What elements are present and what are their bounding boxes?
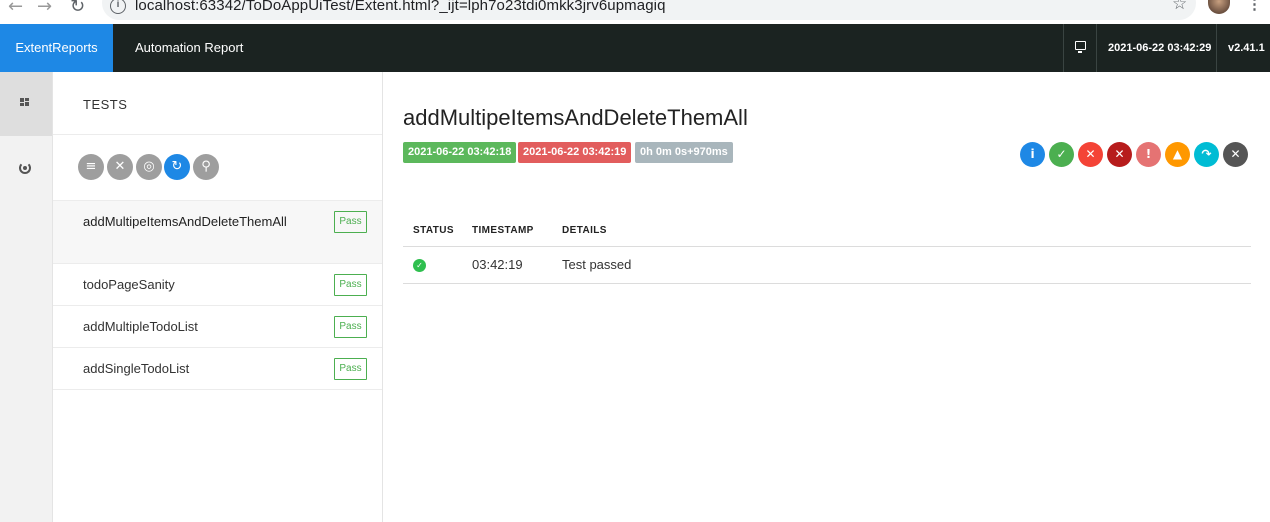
test-item[interactable]: addMultipleTodoList Pass <box>53 306 382 348</box>
status-badge: Pass <box>334 274 367 296</box>
test-item[interactable]: addSingleTodoList Pass <box>53 348 382 390</box>
table-header-row: STATUS TIMESTAMP DETAILS <box>403 215 1251 247</box>
fail-icon[interactable]: ✕ <box>1078 142 1103 167</box>
browser-toolbar: ← → ↻ i localhost:63342/ToDoAppUiTest/Ex… <box>0 0 1270 24</box>
status-badge: Pass <box>334 358 367 380</box>
navbar-divider <box>1216 24 1217 72</box>
table-row: ✓ 03:42:19 Test passed <box>403 246 1251 284</box>
navbar-divider <box>1063 24 1064 72</box>
side-nav <box>0 72 53 522</box>
unknown-icon[interactable]: ✕ <box>1223 142 1248 167</box>
test-detail-panel: addMultipeItemsAndDeleteThemAll 2021-06-… <box>383 72 1270 522</box>
dashboard-grid-icon <box>20 98 30 108</box>
duration-badge: 0h 0m 0s+970ms <box>635 142 733 163</box>
test-name: addSingleTodoList <box>83 361 190 376</box>
gauge-icon[interactable]: ◎ <box>136 154 162 180</box>
nav-dashboard-view[interactable] <box>0 136 52 200</box>
site-info-icon[interactable]: i <box>110 0 126 14</box>
star-icon[interactable]: ☆ <box>1172 0 1187 13</box>
start-time-badge: 2021-06-22 03:42:18 <box>403 142 517 163</box>
refresh-icon[interactable]: ↻ <box>164 154 190 180</box>
top-navbar: ExtentReports Automation Report 2021-06-… <box>0 24 1270 72</box>
reload-icon[interactable]: ↻ <box>70 0 85 16</box>
navbar-divider <box>1096 24 1097 72</box>
search-icon[interactable]: ⚲ <box>193 154 219 180</box>
status-badge: Pass <box>334 211 367 233</box>
arrow-left-icon[interactable]: ← <box>8 0 23 16</box>
test-name: todoPageSanity <box>83 277 175 292</box>
nav-tests-view[interactable] <box>0 72 52 136</box>
column-header-status: STATUS <box>403 215 462 247</box>
panel-divider <box>53 134 382 135</box>
dashboard-gauge-icon <box>19 162 31 174</box>
tests-panel-title: TESTS <box>83 97 128 112</box>
column-header-timestamp: TIMESTAMP <box>462 215 552 247</box>
status-cell: ✓ <box>403 246 462 284</box>
pass-check-icon: ✓ <box>413 259 426 273</box>
list-icon[interactable]: ≡ <box>78 154 104 180</box>
test-title: addMultipeItemsAndDeleteThemAll <box>403 105 748 130</box>
test-name: addMultipleTodoList <box>83 319 198 334</box>
menu-kebab-icon[interactable]: ⋮ <box>1247 0 1262 12</box>
test-log-table: STATUS TIMESTAMP DETAILS ✓ 03:42:19 Test… <box>403 215 1251 284</box>
timestamp-cell: 03:42:19 <box>462 246 552 284</box>
arrow-right-icon[interactable]: → <box>37 0 52 16</box>
fatal-icon[interactable]: ✕ <box>1107 142 1132 167</box>
end-time-badge: 2021-06-22 03:42:19 <box>518 142 632 163</box>
report-version: v2.41.1 <box>1228 42 1265 54</box>
monitor-icon <box>1075 41 1086 53</box>
close-icon[interactable]: ✕ <box>107 154 133 180</box>
tests-panel: TESTS ≡ ✕ ◎ ↻ ⚲ addMultipeItemsAndDelete… <box>53 72 383 522</box>
info-icon[interactable]: i <box>1020 142 1045 167</box>
url-text[interactable]: localhost:63342/ToDoAppUiTest/Extent.htm… <box>135 0 666 14</box>
address-bar[interactable]: i localhost:63342/ToDoAppUiTest/Extent.h… <box>102 0 1196 20</box>
test-name: addMultipeItemsAndDeleteThemAll <box>83 214 287 229</box>
details-cell: Test passed <box>552 246 1251 284</box>
warning-icon[interactable]: ▲ <box>1165 142 1190 167</box>
report-date: 2021-06-22 03:42:29 <box>1108 42 1212 54</box>
report-name: Automation Report <box>135 40 244 55</box>
test-item[interactable]: addMultipeItemsAndDeleteThemAll Pass <box>53 201 382 264</box>
skip-icon[interactable]: ↷ <box>1194 142 1219 167</box>
profile-avatar[interactable] <box>1208 0 1230 14</box>
error-icon[interactable]: ! <box>1136 142 1161 167</box>
pass-icon[interactable]: ✓ <box>1049 142 1074 167</box>
test-item[interactable]: todoPageSanity Pass <box>53 264 382 306</box>
status-badge: Pass <box>334 316 367 338</box>
brand-logo[interactable]: ExtentReports <box>0 24 113 72</box>
column-header-details: DETAILS <box>552 215 1251 247</box>
